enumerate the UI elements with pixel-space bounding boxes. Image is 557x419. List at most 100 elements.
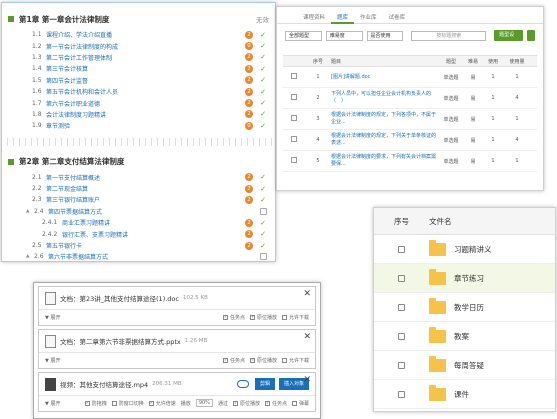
question-title-link[interactable]: 根据会计法律制度的要求，下列有关会计档案需要保... — [331, 154, 439, 168]
row-checkbox-cell[interactable] — [283, 94, 305, 102]
expand-toggle[interactable]: ▼ 展开 — [45, 314, 60, 321]
checkbox-cell[interactable] — [374, 390, 429, 398]
cloud-upload-icon[interactable] — [236, 380, 249, 388]
row-checkbox[interactable] — [291, 157, 297, 163]
list-item[interactable]: 1.4 第三节会计核算 2 ✓ — [2, 63, 275, 74]
option-1[interactable]: ✓ 原位播放 — [249, 314, 277, 321]
speed-select[interactable]: 90% — [195, 399, 213, 407]
checkbox-cell[interactable] — [374, 332, 429, 340]
document-item[interactable]: 文档：第二章第六节非票据结算方式.pptx 1.26 MB ✕ ▼ 展开 ✓ 任务点 ✓ 原位… — [38, 329, 316, 369]
table-row[interactable]: 2 下列人员中，可以担任企业会计机构负责人的（ ） 单选题 易 1 4 — [283, 88, 537, 109]
option-checkbox[interactable]: ✓ — [222, 314, 228, 320]
list-item[interactable]: 1.3 第二节会计工作管理体制 2 ✓ — [2, 52, 275, 63]
list-item[interactable]: 2.4.1 商业汇票习题精讲 2 ✓ — [2, 217, 275, 228]
list-item[interactable]: 1.7 第六节会计职业道德 2 ✓ — [2, 97, 275, 108]
option-2[interactable]: ✓ 允许倍速 — [148, 400, 176, 407]
row-checkbox[interactable] — [291, 115, 297, 121]
folder-name[interactable]: 教案 — [454, 331, 469, 342]
expand-triangle-icon[interactable]: ▲ — [26, 209, 34, 214]
option-checkbox[interactable]: ✓ — [222, 357, 228, 363]
table-row[interactable]: 3 根据会计法律制度的规定，下列各项中，不属于企业... 单选题 易 1 1 — [283, 109, 537, 130]
list-item[interactable]: 1.8 会计法律制度习题精讲 2 ✓ — [2, 109, 275, 120]
chapter-heading[interactable]: 第1章 第一章会计法律制度 无效 — [2, 9, 275, 29]
expand-toggle[interactable]: ▼ 展开 — [45, 400, 60, 407]
option-checkbox[interactable]: ✓ — [148, 400, 154, 406]
expand-triangle-icon[interactable]: ▲ — [26, 254, 34, 259]
tab-3[interactable]: 试卷库 — [383, 13, 412, 24]
item-title-link[interactable]: 第五节会计机构和会计人员 — [46, 87, 245, 96]
option-0[interactable]: ✓ 任务点 — [222, 357, 245, 364]
list-item[interactable]: 2.5 第五节银行卡 2 ✓ — [2, 240, 275, 251]
item-title-link[interactable]: 第三节会计核算 — [46, 64, 245, 73]
table-row[interactable]: 1 [图片]讲解题.doc 单选题 易 1 1 — [283, 67, 537, 88]
folder-row[interactable]: 课件 — [374, 380, 555, 409]
item-title-link[interactable]: 第一节会计法律制度的构成 — [46, 42, 245, 51]
list-item[interactable]: 1.2 第一节会计法律制度的构成 0 ✓ — [2, 40, 275, 51]
option-checkbox[interactable]: ✓ — [264, 400, 270, 406]
row-checkbox[interactable] — [398, 332, 405, 340]
list-item[interactable]: 1.6 第五节会计机构和会计人员 2 ✓ — [2, 86, 275, 97]
list-item[interactable]: ▲ 2.6 第六节非票据结算方式 — [2, 251, 275, 261]
option-1[interactable]: ✓ 原位播放 — [249, 357, 277, 364]
table-row[interactable]: 5 根据会计法律制度的要求，下列有关会计档案需要保... 单选题 易 1 1 — [283, 151, 537, 172]
list-item[interactable]: 2.2 第二节现金结算 2 ✓ — [2, 183, 275, 194]
row-checkbox-cell[interactable] — [283, 157, 305, 165]
edit-button[interactable]: 剪辑 — [254, 378, 275, 390]
option-7[interactable]: ✓ 任务点 — [264, 400, 287, 407]
list-item[interactable]: 1.9 章节测验 0 ✓ — [2, 120, 275, 131]
item-title-link[interactable]: 第二节会计工作管理体制 — [46, 53, 245, 62]
item-title-link[interactable]: 银行汇票、支票习题精讲 — [62, 230, 245, 239]
chapter-toggle[interactable]: 无效 — [256, 14, 269, 24]
item-title-link[interactable]: 第五节银行卡 — [46, 241, 245, 250]
item-title-link[interactable]: 第三节银行结算账户 — [46, 195, 245, 204]
question-type-select[interactable]: 全部题型 — [285, 30, 322, 41]
option-6[interactable]: ✓ 原位播放 — [232, 400, 260, 407]
option-4[interactable]: 90% — [195, 399, 213, 407]
folder-name[interactable]: 教学日历 — [454, 302, 484, 313]
tab-0[interactable]: 课程资料 — [297, 13, 331, 24]
item-title-link[interactable]: 第二节现金结算 — [46, 184, 245, 193]
close-icon[interactable]: ✕ — [303, 332, 311, 342]
used-select[interactable]: 是否使用 — [366, 30, 404, 41]
checkbox-cell[interactable] — [374, 303, 429, 311]
checkbox-cell[interactable] — [374, 245, 429, 253]
item-title-link[interactable]: 会计法律制度习题精讲 — [46, 110, 245, 119]
close-icon[interactable]: ✕ — [303, 289, 311, 299]
item-title-link[interactable]: 第六节非票据结算方式 — [48, 252, 256, 261]
expand-toggle[interactable]: ▼ 展开 — [45, 357, 60, 364]
folder-row[interactable]: 教学日历 — [374, 293, 555, 322]
folder-name[interactable]: 课件 — [454, 389, 469, 400]
row-checkbox[interactable] — [291, 94, 297, 100]
question-title-link[interactable]: 下列人员中，可以担任企业会计机构负责人的（ ） — [331, 91, 439, 105]
row-checkbox[interactable] — [398, 303, 405, 311]
option-checkbox[interactable]: ✓ — [249, 314, 255, 320]
item-title-link[interactable]: 第六节会计职业道德 — [46, 99, 245, 108]
row-checkbox[interactable] — [291, 73, 297, 79]
list-item[interactable]: 2.4.2 银行汇票、支票习题精讲 2 ✓ — [2, 228, 275, 239]
folder-name[interactable]: 习题精讲义 — [454, 244, 492, 255]
folder-row[interactable]: 教案 — [374, 322, 555, 351]
option-5[interactable]: 通过 — [218, 400, 228, 407]
table-row[interactable]: 4 根据会计法律制度的规定，下列关于单条核证的表述... 单选题 易 1 4 — [283, 130, 537, 151]
option-0[interactable]: ✓ 防拖拽 — [84, 400, 107, 407]
option-8[interactable]: 弹幕 — [291, 400, 309, 407]
row-checkbox-cell[interactable] — [283, 115, 305, 123]
document-item[interactable]: 文档：第23讲_其他支付结算途径(1).doc 102.5 KB ✕ ▼ 展开 ✓ 任务点… — [38, 286, 316, 326]
folder-row[interactable]: 习题精讲义 — [374, 235, 555, 264]
checkbox-cell[interactable] — [374, 274, 429, 282]
item-title-link[interactable]: 章节测验 — [46, 121, 245, 130]
more-button[interactable] — [527, 30, 536, 41]
tab-1[interactable]: 题库 — [331, 13, 355, 24]
item-title-link[interactable]: 第一节支付结算概述 — [46, 173, 245, 182]
row-checkbox-cell[interactable] — [283, 136, 305, 144]
question-type-settings-button[interactable]: 题型设置 — [494, 30, 524, 49]
checkbox-cell[interactable] — [374, 361, 429, 369]
list-item[interactable]: ▲ 2.4 第四节票据结算方式 — [2, 206, 275, 217]
list-item[interactable]: 1.5 第四节会计监督 2 ✓ — [2, 75, 275, 86]
folder-name[interactable]: 章节练习 — [454, 273, 484, 284]
chapter-heading[interactable]: 第2章 第二章支付结算法律制度 — [2, 152, 275, 172]
row-checkbox[interactable] — [398, 390, 405, 398]
option-checkbox[interactable] — [111, 400, 117, 406]
item-title-link[interactable]: 课程介绍、学法介绍直播 — [46, 30, 245, 39]
option-checkbox[interactable] — [281, 357, 287, 363]
